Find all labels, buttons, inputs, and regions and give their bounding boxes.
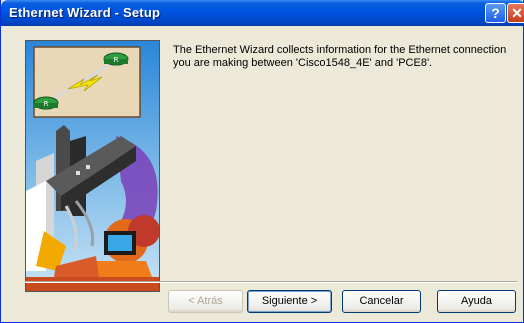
help-icon[interactable]: ? xyxy=(485,3,506,23)
title-bar[interactable]: Ethernet Wizard - Setup ? ✕ xyxy=(1,0,524,26)
network-wizard-illustration-icon: R R xyxy=(26,41,159,291)
help-button[interactable]: Ayuda xyxy=(437,290,516,313)
close-icon[interactable]: ✕ xyxy=(507,3,524,23)
wizard-illustration: R R xyxy=(25,40,160,292)
wizard-message: The Ethernet Wizard collects information… xyxy=(173,44,507,69)
router-label: R xyxy=(114,56,119,64)
cancel-button[interactable]: Cancelar xyxy=(342,290,421,313)
next-button[interactable]: Siguiente > xyxy=(247,290,332,313)
button-separator xyxy=(25,281,517,283)
window-title: Ethernet Wizard - Setup xyxy=(9,5,161,20)
back-button[interactable]: < Atrás xyxy=(168,290,243,313)
router-label: R xyxy=(44,100,49,108)
wizard-window: Ethernet Wizard - Setup ? ✕ R R The Ethe… xyxy=(0,0,524,323)
wizard-body: R R The Ethernet Wizard collects informa… xyxy=(1,26,523,322)
